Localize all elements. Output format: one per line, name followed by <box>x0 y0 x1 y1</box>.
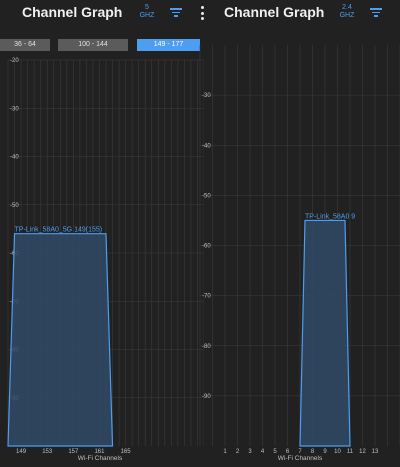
x-tick-label: 1 <box>223 449 227 455</box>
x-tick-label: 153 <box>42 449 53 455</box>
y-tick-label: -70 <box>202 294 211 300</box>
channel-graph-5ghz-panel: Channel Graph 5 GHZ 36 - 64 100 - 144 14… <box>0 0 204 467</box>
x-tick-label: 3 <box>248 449 252 455</box>
y-tick-label: -30 <box>10 106 19 112</box>
x-tick-label: 12 <box>359 449 366 455</box>
signal-curve <box>299 219 351 447</box>
y-tick-label: -40 <box>202 143 211 149</box>
channel-graph-2ghz-panel: Channel Graph 2.4 GHZ -30 -40 -50 -60 -70 -80… <box>198 0 400 467</box>
network-label: TP-Link_58A0 9 <box>305 213 355 220</box>
channel-graph-chart: -20-30-40-50-60-70-80-90149153157161165W… <box>7 58 204 462</box>
x-tick-label: 5 <box>273 449 277 455</box>
y-tick-label: -30 <box>202 93 211 99</box>
y-tick-label: -50 <box>10 203 19 209</box>
network-label: TP-Link_58A0_5G 149(155) <box>15 227 103 234</box>
x-axis-title: Wi-Fi Channels <box>278 455 323 462</box>
x-tick-label: 9 <box>323 449 327 455</box>
y-tick-label: -20 <box>10 58 19 64</box>
x-tick-label: 2 <box>236 449 240 455</box>
x-tick-label: 13 <box>372 449 379 455</box>
x-tick-label: 4 <box>261 449 265 455</box>
x-tick-label: 10 <box>334 449 341 455</box>
x-tick-label: 11 <box>347 449 354 455</box>
y-tick-label: -90 <box>202 394 211 400</box>
y-tick-label: -50 <box>202 193 211 199</box>
y-tick-label: -40 <box>10 155 19 161</box>
y-tick-label: -80 <box>202 344 211 350</box>
x-tick-label: 149 <box>16 449 27 455</box>
channel-graph-chart: -30-40-50-60-70-80-901 2 3 4 5 6 7 8 9 10 11 12 13Wi… <box>199 45 400 462</box>
x-axis-title: Wi-Fi Channels <box>78 455 123 462</box>
signal-curve <box>7 233 114 447</box>
y-tick-label: -60 <box>202 244 211 250</box>
